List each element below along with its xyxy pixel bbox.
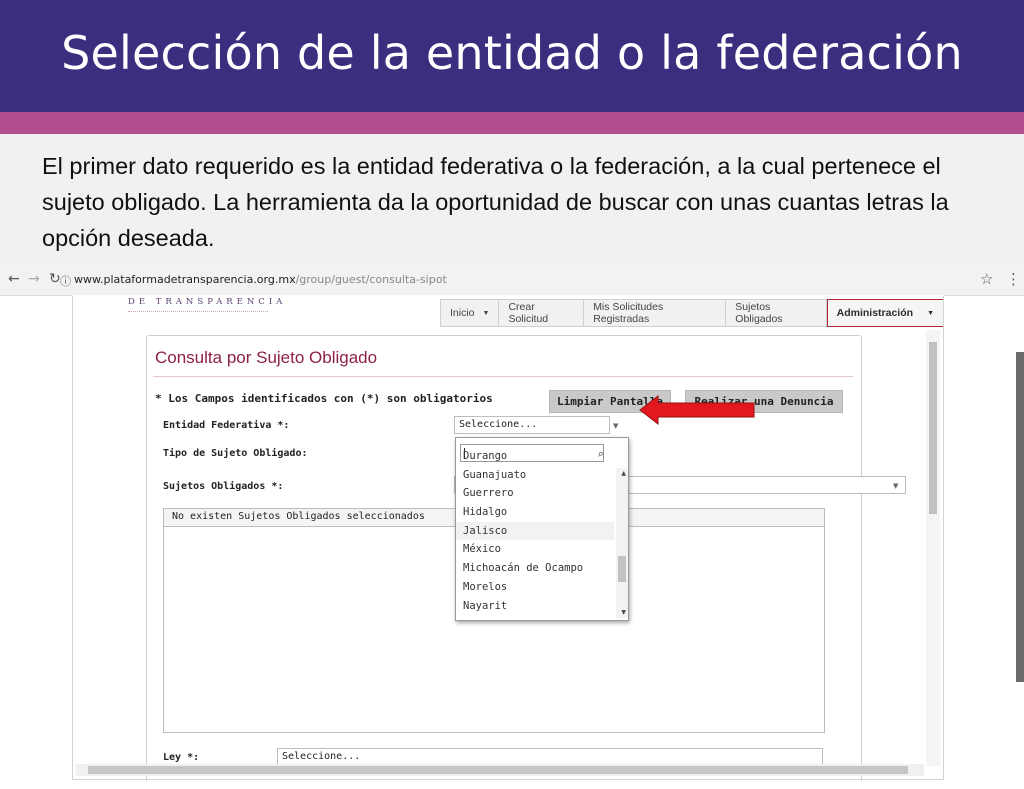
browser-menu-icon[interactable]: ⋮ — [1006, 270, 1021, 288]
sujetos-obligados-label: Sujetos Obligados *: — [163, 481, 284, 492]
menu-item-label: Sujetos Obligados — [735, 301, 783, 325]
menu-item-label: Inicio — [450, 307, 475, 319]
menu-item-label: Mis Solicitudes Registradas — [593, 301, 664, 325]
menu-item-administracion[interactable]: Administración ▼ — [826, 299, 944, 327]
option-mexico[interactable]: México — [456, 540, 614, 559]
option-guanajuato[interactable]: Guanajuato — [456, 466, 614, 485]
site-menu: Inicio ▼ Crear Solicitud Mis Solicitudes … — [440, 299, 944, 327]
logo-underline — [128, 311, 268, 314]
menu-item-crear-solicitud[interactable]: Crear Solicitud — [499, 299, 585, 327]
entidad-options: Durango Guanajuato Guerrero Hidalgo Jali… — [456, 450, 614, 616]
option-jalisco[interactable]: Jalisco — [456, 521, 614, 541]
option-durango[interactable]: Durango — [456, 447, 614, 466]
chevron-down-icon[interactable]: ▼ — [613, 422, 618, 430]
dropdown-scrollbar[interactable]: ▲ ▼ — [616, 468, 628, 618]
back-icon[interactable]: ← — [8, 271, 20, 287]
bookmark-star-icon[interactable]: ☆ — [980, 270, 993, 288]
tipo-sujeto-label: Tipo de Sujeto Obligado: — [163, 448, 308, 459]
option-guerrero[interactable]: Guerrero — [456, 484, 614, 503]
slide-intro-text: El primer dato requerido es la entidad f… — [42, 153, 949, 251]
forward-icon[interactable]: → — [28, 271, 40, 287]
entidad-select[interactable]: Seleccione... — [454, 416, 610, 434]
reload-icon[interactable]: ↻ — [49, 271, 61, 287]
site-logo[interactable]: DE TRANSPARENCIA — [128, 297, 286, 307]
entidad-dropdown: ⌕ Durango Guanajuato Guerrero Hidalgo Ja… — [455, 437, 629, 621]
ley-label: Ley *: — [163, 752, 200, 763]
window-scrollbar-thumb[interactable] — [1016, 352, 1024, 682]
slide-title: Selección de la entidad o la federación — [61, 26, 963, 80]
menu-item-label: Crear Solicitud — [508, 301, 549, 325]
caret-down-icon: ▼ — [927, 309, 934, 317]
entidad-select-value: Seleccione... — [459, 419, 538, 430]
required-fields-note: * Los Campos identificados con (*) son o… — [155, 392, 493, 405]
chevron-down-icon[interactable]: ▼ — [893, 482, 898, 490]
url-text[interactable]: www.plataformadetransparencia.org.mx/gro… — [74, 273, 447, 286]
slide-title-band: Selección de la entidad o la federación — [0, 0, 1024, 112]
red-pointer-arrow-icon — [639, 394, 755, 426]
url-domain: www.plataformadetransparencia.org.mx — [74, 273, 296, 286]
option-morelos[interactable]: Morelos — [456, 578, 614, 597]
entidad-label: Entidad Federativa *: — [163, 420, 290, 431]
scroll-up-icon[interactable]: ▲ — [621, 470, 626, 477]
option-hidalgo[interactable]: Hidalgo — [456, 503, 614, 522]
option-michoacan[interactable]: Michoacán de Ocampo — [456, 559, 614, 578]
accent-band — [0, 112, 1024, 134]
menu-item-inicio[interactable]: Inicio ▼ — [440, 299, 500, 327]
ley-select-value: Seleccione... — [282, 751, 361, 762]
page-scroll-thumb[interactable] — [929, 342, 937, 514]
menu-item-label: Administración — [836, 307, 914, 319]
title-divider — [153, 376, 853, 377]
page-hscroll-thumb[interactable] — [88, 766, 908, 774]
dropdown-scroll-thumb[interactable] — [618, 556, 626, 582]
page-vertical-scrollbar[interactable] — [926, 330, 940, 766]
menu-item-sujetos-obligados[interactable]: Sujetos Obligados — [726, 299, 827, 327]
option-nayarit[interactable]: Nayarit — [456, 597, 614, 616]
page-horizontal-scrollbar[interactable] — [76, 764, 924, 776]
address-bar: ← → ↻ ⓘ www.plataformadetransparencia.or… — [0, 265, 1024, 296]
menu-item-mis-solicitudes[interactable]: Mis Solicitudes Registradas — [584, 299, 727, 327]
info-icon[interactable]: ⓘ — [60, 273, 71, 289]
url-path: /group/guest/consulta-sipot — [295, 273, 447, 286]
panel-title: Consulta por Sujeto Obligado — [155, 348, 378, 367]
caret-down-icon: ▼ — [482, 309, 490, 317]
scroll-down-icon[interactable]: ▼ — [621, 609, 626, 616]
